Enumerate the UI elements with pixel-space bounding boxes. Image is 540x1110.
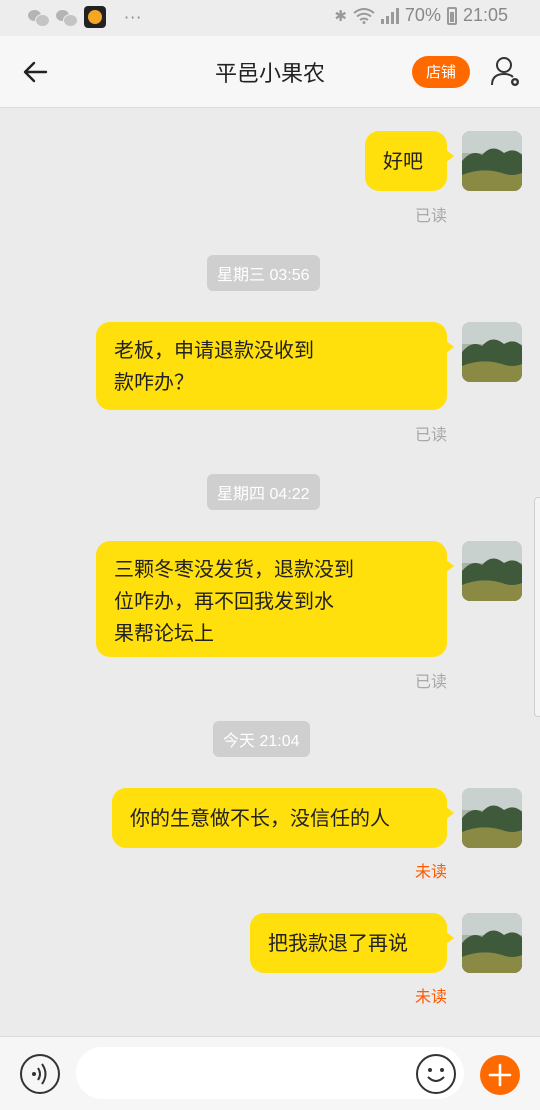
- read-status: 已读: [414, 206, 447, 225]
- avatar[interactable]: [462, 541, 522, 601]
- message-text: 位咋办，再不回我发到水: [114, 589, 334, 613]
- read-status: 已读: [414, 425, 447, 444]
- message-bubble[interactable]: 好吧: [365, 131, 454, 191]
- battery-icon: [446, 6, 457, 25]
- status-bar: ··· ✱ 70% 21:05: [0, 0, 540, 36]
- wechat-icon: [28, 9, 50, 27]
- timestamp: 今天 21:04: [213, 721, 310, 757]
- read-status: 已读: [414, 672, 447, 691]
- timestamp: 星期三 03:56: [207, 255, 320, 291]
- avatar[interactable]: [462, 322, 522, 382]
- timestamp: 星期四 04:22: [207, 474, 320, 510]
- plus-button[interactable]: [480, 1055, 520, 1095]
- message-input[interactable]: [76, 1047, 464, 1099]
- emoji-button[interactable]: [416, 1054, 456, 1094]
- user-settings-icon: [491, 57, 519, 86]
- bluetooth-icon: ✱: [334, 7, 347, 25]
- avatar[interactable]: [462, 131, 522, 191]
- message-text: 好吧: [383, 149, 423, 173]
- wifi-icon: [353, 7, 375, 24]
- voice-icon: [32, 1063, 47, 1085]
- message-text: 果帮论坛上: [114, 621, 214, 645]
- unread-status: 未读: [414, 987, 447, 1006]
- message-bubble[interactable]: 老板，申请退款没收到 款咋办？: [96, 322, 454, 410]
- avatar[interactable]: [462, 788, 522, 848]
- app-icon: [84, 6, 106, 28]
- voice-button[interactable]: [20, 1054, 60, 1094]
- emoji-icon: [427, 1068, 445, 1082]
- chat-header: 平邑小果农 店铺: [0, 36, 540, 108]
- battery-percent: 70%: [404, 5, 441, 25]
- more-notifications: ···: [124, 7, 143, 27]
- user-settings-button[interactable]: [488, 54, 524, 90]
- message-text: 三颗冬枣没发货，退款没到: [114, 557, 354, 581]
- avatar[interactable]: [462, 913, 522, 973]
- plus-icon: [488, 1063, 512, 1087]
- clock: 21:05: [462, 5, 508, 25]
- message-bubble[interactable]: 把我款退了再说: [250, 913, 454, 973]
- message-text: 老板，申请退款没收到: [114, 338, 314, 362]
- message-bubble[interactable]: 三颗冬枣没发货，退款没到 位咋办，再不回我发到水 果帮论坛上: [96, 541, 454, 657]
- message-bubble[interactable]: 你的生意做不长，没信任的人: [112, 788, 454, 848]
- shop-button[interactable]: 店铺: [412, 56, 470, 88]
- scrollbar[interactable]: [534, 497, 540, 717]
- message-text: 你的生意做不长，没信任的人: [130, 806, 390, 830]
- message-text: 款咋办？: [114, 370, 194, 394]
- signal-icon: [380, 7, 399, 24]
- message-text: 把我款退了再说: [268, 931, 408, 955]
- wechat-icon: [56, 9, 78, 27]
- input-bar: [0, 1036, 540, 1110]
- unread-status: 未读: [414, 862, 447, 881]
